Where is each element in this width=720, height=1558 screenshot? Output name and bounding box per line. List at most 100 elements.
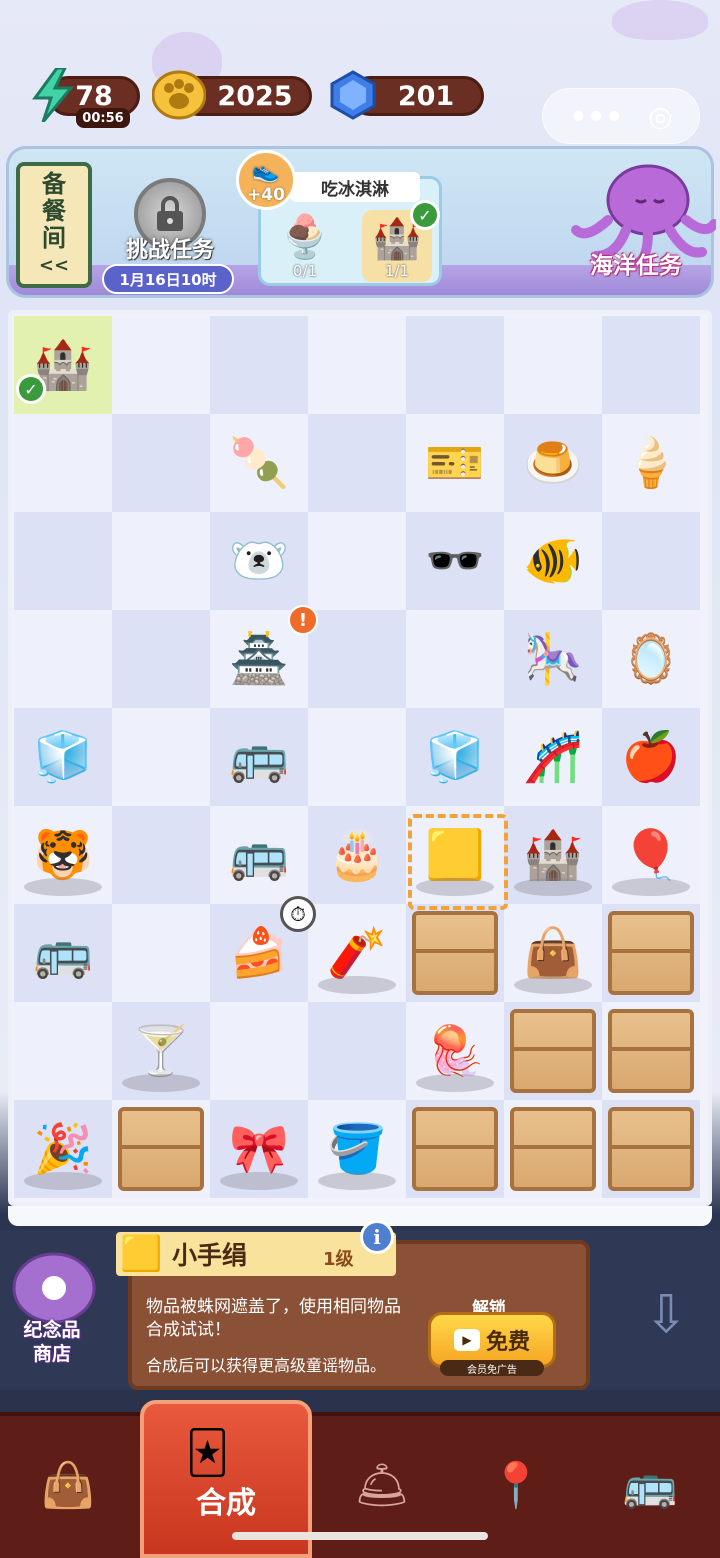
sunglasses-icon[interactable]: 🕶️ [425, 537, 485, 585]
board-cell[interactable]: 🍡 [210, 414, 308, 512]
board-cell[interactable]: 🪞 [602, 610, 700, 708]
board-cell[interactable] [406, 610, 504, 708]
bucket-icon[interactable]: 🪣 [327, 1125, 387, 1173]
close-button[interactable]: ◎ [648, 100, 672, 133]
party-hat-icon[interactable]: 🎉 [33, 1125, 93, 1173]
locked-crate[interactable] [118, 1107, 204, 1191]
board-cell[interactable] [406, 316, 504, 414]
locked-crate[interactable] [510, 1009, 596, 1093]
miniapp-capsule[interactable]: ••• ◎ [542, 88, 700, 144]
board-cell[interactable] [112, 512, 210, 610]
board-cell[interactable] [602, 904, 700, 1002]
board-cell[interactable]: 🍦 [602, 414, 700, 512]
board-cell[interactable]: 🍸 [112, 1002, 210, 1100]
board-cell[interactable]: 🎫 [406, 414, 504, 512]
board-cell[interactable] [14, 1002, 112, 1100]
board-cell[interactable] [602, 1002, 700, 1100]
board-cell[interactable]: 🚌 [210, 708, 308, 806]
basket-bag-icon[interactable]: 👜 [523, 929, 583, 977]
nav-map[interactable]: 📍 [466, 1440, 566, 1530]
board-cell[interactable]: 🚌 [14, 904, 112, 1002]
goblet-icon[interactable]: 🍸 [131, 1027, 191, 1075]
jellyfish-icon[interactable]: 🪼 [425, 1027, 485, 1075]
sea-arch-icon[interactable]: 🐠 [523, 537, 583, 585]
board-cell[interactable] [210, 1002, 308, 1100]
board-cell[interactable] [112, 414, 210, 512]
board-cell[interactable] [308, 512, 406, 610]
more-button[interactable]: ••• [569, 100, 623, 133]
board-cell[interactable] [308, 414, 406, 512]
tiger-backpack-icon[interactable]: 🐯 [33, 831, 93, 879]
ocean-cake-icon[interactable]: 🎂 [327, 831, 387, 879]
board-cell[interactable]: 🧊 [406, 708, 504, 806]
board-cell[interactable] [112, 904, 210, 1002]
balloon-icon[interactable]: 🎈 [621, 831, 681, 879]
board-cell[interactable] [504, 1002, 602, 1100]
board-cell[interactable] [308, 708, 406, 806]
board-cell[interactable] [602, 1100, 700, 1198]
board-cell[interactable] [14, 512, 112, 610]
firecracker-icon[interactable]: 🧨 [327, 929, 387, 977]
cake-badge-icon[interactable]: 🍰 [229, 929, 289, 977]
locked-crate[interactable] [412, 911, 498, 995]
nav-service[interactable]: 🛎 [332, 1440, 432, 1530]
pink-bus-icon[interactable]: 🚌 [33, 929, 93, 977]
locked-crate[interactable] [608, 911, 694, 995]
task-slot-ice-cream[interactable]: 🍨 0/1 [270, 210, 340, 282]
bow-icon[interactable]: 🎀 [229, 1125, 289, 1173]
board-cell[interactable]: 🐠 [504, 512, 602, 610]
board-cell[interactable]: 🏰 [504, 806, 602, 904]
board-cell[interactable] [112, 806, 210, 904]
board-cell[interactable]: 🍮 [504, 414, 602, 512]
board-cell[interactable]: 🕶️ [406, 512, 504, 610]
locked-crate[interactable] [608, 1009, 694, 1093]
board-cell[interactable] [504, 1100, 602, 1198]
board-cell[interactable] [308, 1002, 406, 1100]
board-cell[interactable] [602, 316, 700, 414]
board-cell[interactable]: 🪣 [308, 1100, 406, 1198]
board-cell[interactable] [504, 316, 602, 414]
roller-coaster-icon[interactable]: 🎢 [523, 733, 583, 781]
board-cell[interactable]: 👜 [504, 904, 602, 1002]
castle-icon[interactable]: 🏰 [523, 831, 583, 879]
board-cell[interactable]: 🍎 [602, 708, 700, 806]
mirror-icon[interactable]: 🪞 [621, 635, 681, 683]
board-cell[interactable]: 🎉 [14, 1100, 112, 1198]
board-cell[interactable]: 🧊 [14, 708, 112, 806]
ticket-card-icon[interactable]: 🎫 [425, 439, 485, 487]
board-cell[interactable] [112, 708, 210, 806]
teacup-ride-icon[interactable]: 🎠 [523, 635, 583, 683]
nav-bus[interactable]: 🚌 [600, 1440, 700, 1530]
nav-bag[interactable]: 👜 [18, 1440, 118, 1530]
polar-bear-icon[interactable]: 🐻‍❄️ [229, 537, 289, 585]
board-cell[interactable] [406, 904, 504, 1002]
board-cell[interactable] [406, 1100, 504, 1198]
board-cell[interactable]: 🚌 [210, 806, 308, 904]
sandcastle-icon[interactable]: 🏯 [229, 635, 289, 683]
info-button[interactable]: i [360, 1220, 394, 1254]
board-cell[interactable]: 🎀 [210, 1100, 308, 1198]
ice-chunks-icon[interactable]: 🧊 [425, 733, 485, 781]
board-cell[interactable]: 🎂 [308, 806, 406, 904]
board-cell[interactable] [14, 610, 112, 708]
board-cell[interactable]: 🎢 [504, 708, 602, 806]
pink-bus-icon[interactable]: 🚌 [229, 831, 289, 879]
board-cell[interactable] [210, 316, 308, 414]
dessert-plate-icon[interactable]: 🍡 [229, 439, 289, 487]
board-cell[interactable] [602, 512, 700, 610]
board-cell[interactable] [308, 316, 406, 414]
board-cell[interactable]: 🪼 [406, 1002, 504, 1100]
kitchen-scroll-button[interactable]: 备 餐 间 << [16, 162, 92, 288]
locked-crate[interactable] [510, 1107, 596, 1191]
pink-bus-icon[interactable]: 🚌 [229, 733, 289, 781]
locked-crate[interactable] [412, 1107, 498, 1191]
ice-cream-cone-icon[interactable]: 🍦 [621, 439, 681, 487]
board-cell[interactable]: 🎈 [602, 806, 700, 904]
board-cell[interactable]: 🐯 [14, 806, 112, 904]
ice-slide-icon[interactable]: 🧊 [33, 733, 93, 781]
board-cell[interactable] [112, 1100, 210, 1198]
board-cell[interactable]: 🎠 [504, 610, 602, 708]
download-tray-icon[interactable]: ⇩ [626, 1280, 706, 1350]
board-cell[interactable] [308, 610, 406, 708]
locked-crate[interactable] [608, 1107, 694, 1191]
